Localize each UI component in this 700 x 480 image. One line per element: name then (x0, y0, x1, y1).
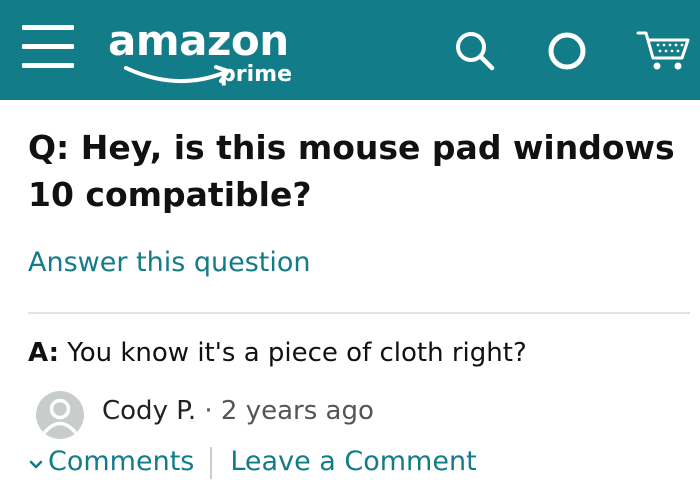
avatar[interactable] (36, 391, 84, 439)
leave-a-comment-link[interactable]: Leave a Comment (230, 446, 476, 477)
logo-wordmark: amazon (108, 16, 289, 65)
chevron-down-icon[interactable] (28, 447, 48, 478)
answer-prefix: A: (28, 338, 60, 368)
section-divider (28, 312, 690, 314)
comment-actions: Comments Leave a Comment (28, 446, 477, 479)
answer-timestamp: 2 years ago (220, 396, 374, 426)
logo-prime-text: prime (220, 62, 292, 87)
author-name[interactable]: Cody P. (102, 396, 196, 426)
link-divider (210, 446, 213, 479)
question-text: Q: Hey, is this mouse pad windows 10 com… (28, 128, 675, 214)
author-line: Cody P. · 2 years ago (102, 396, 374, 426)
amazon-prime-logo[interactable]: amazon prime (108, 14, 313, 92)
answer-this-question-link[interactable]: Answer this question (28, 247, 311, 278)
top-navigation-bar: amazon prime (0, 0, 700, 100)
answer-text: A: You know it's a piece of cloth right? (28, 338, 527, 368)
alexa-icon[interactable] (544, 28, 590, 74)
user-avatar-icon (43, 398, 77, 434)
comments-link[interactable]: Comments (48, 446, 194, 477)
hamburger-menu-icon[interactable] (22, 25, 74, 69)
cart-icon[interactable] (636, 28, 692, 74)
search-icon[interactable] (452, 28, 498, 74)
dot-separator: · (204, 396, 213, 426)
answer-body: You know it's a piece of cloth right? (59, 338, 527, 368)
